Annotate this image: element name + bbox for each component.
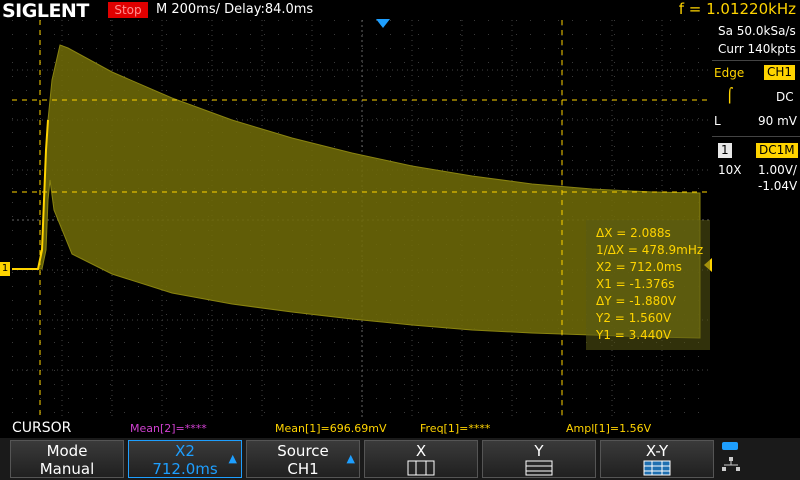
mode-softkey[interactable]: Mode Manual [10, 440, 124, 478]
ch1-offset-marker-icon[interactable]: 1 [0, 262, 10, 276]
memory-depth: Curr 140kpts [718, 42, 796, 56]
trigger-type[interactable]: Edge [714, 66, 744, 80]
volts-per-div: 1.00V/ [758, 163, 797, 177]
channel-offset: -1.04V [758, 179, 798, 193]
y-softkey-label: Y [534, 442, 544, 460]
sample-rate: Sa 50.0kSa/s [718, 24, 796, 38]
delta-y-readout: ΔY = -1.880V [596, 294, 677, 308]
trigger-level-label: L [714, 114, 721, 128]
brand-logo: SIGLENT [2, 0, 89, 22]
x1-readout: X1 = -1.376s [596, 277, 675, 291]
trigger-source-badge[interactable]: CH1 [764, 65, 796, 80]
mode-softkey-label: Mode [46, 442, 88, 460]
x2-softkey-label: X2 [175, 442, 195, 460]
run-state-badge[interactable]: Stop [108, 2, 148, 18]
x2-softkey[interactable]: X2 712.0ms ▲ [128, 440, 242, 478]
x2-softkey-value: 712.0ms [152, 460, 218, 478]
x-cursor-icon [407, 460, 435, 476]
source-softkey-value: CH1 [287, 460, 319, 478]
y2-readout: Y2 = 1.560V [596, 311, 672, 325]
probe-attenuation: 10X [718, 163, 742, 177]
rising-edge-icon: ⌠ [726, 88, 734, 104]
system-status-icons[interactable] [722, 442, 744, 476]
inverse-delta-x-readout: 1/ΔX = 478.9mHz [596, 243, 704, 257]
timebase-readout: M 200ms/ Delay:84.0ms [156, 2, 314, 17]
cursor-readout-panel: ΔX = 2.088s 1/ΔX = 478.9mHz X2 = 712.0ms… [586, 220, 710, 350]
mean1-measurement: Mean[1]=696.69mV [275, 422, 387, 435]
trigger-coupling: DC [776, 90, 794, 104]
softkey-bar: Mode Manual X2 712.0ms ▲ Source CH1 ▲ X … [0, 438, 800, 480]
mean2-measurement: Mean[2]=**** [130, 422, 207, 435]
x2-readout: X2 = 712.0ms [596, 260, 682, 274]
delta-x-readout: ΔX = 2.088s [596, 226, 671, 240]
network-icon [722, 457, 740, 471]
mode-softkey-value: Manual [39, 460, 95, 478]
channel-coupling-badge[interactable]: DC1M [756, 143, 798, 158]
xy-cursor-icon [643, 460, 671, 476]
channel-number-badge[interactable]: 1 [718, 143, 732, 158]
battery-icon [722, 442, 738, 450]
y-cursor-softkey[interactable]: Y [482, 440, 596, 478]
source-softkey-label: Source [277, 442, 329, 460]
xy-cursor-softkey[interactable]: X-Y [600, 440, 714, 478]
y-cursor-icon [525, 460, 553, 476]
top-bar: SIGLENT Stop M 200ms/ Delay:84.0ms f = 1… [0, 0, 800, 22]
knob-adjust-icon: ▲ [228, 452, 237, 465]
knob-adjust-icon: ▲ [346, 452, 355, 465]
source-softkey[interactable]: Source CH1 ▲ [246, 440, 360, 478]
ch1-marker-label: 1 [1, 263, 9, 274]
ampl1-measurement: Ampl[1]=1.56V [566, 422, 652, 435]
y1-readout: Y1 = 3.440V [596, 328, 672, 342]
freq1-measurement: Freq[1]=**** [420, 422, 491, 435]
x-softkey-label: X [415, 442, 427, 460]
measurement-row: Mean[2]=**** Mean[1]=696.69mV Freq[1]=**… [0, 420, 800, 438]
xy-softkey-label: X-Y [645, 442, 669, 460]
frequency-counter: f = 1.01220kHz [678, 0, 796, 18]
x-cursor-softkey[interactable]: X [364, 440, 478, 478]
right-info-panel: Sa 50.0kSa/s Curr 140kpts Edge CH1 ⌠ DC … [712, 20, 800, 420]
trigger-level: 90 mV [758, 114, 797, 128]
